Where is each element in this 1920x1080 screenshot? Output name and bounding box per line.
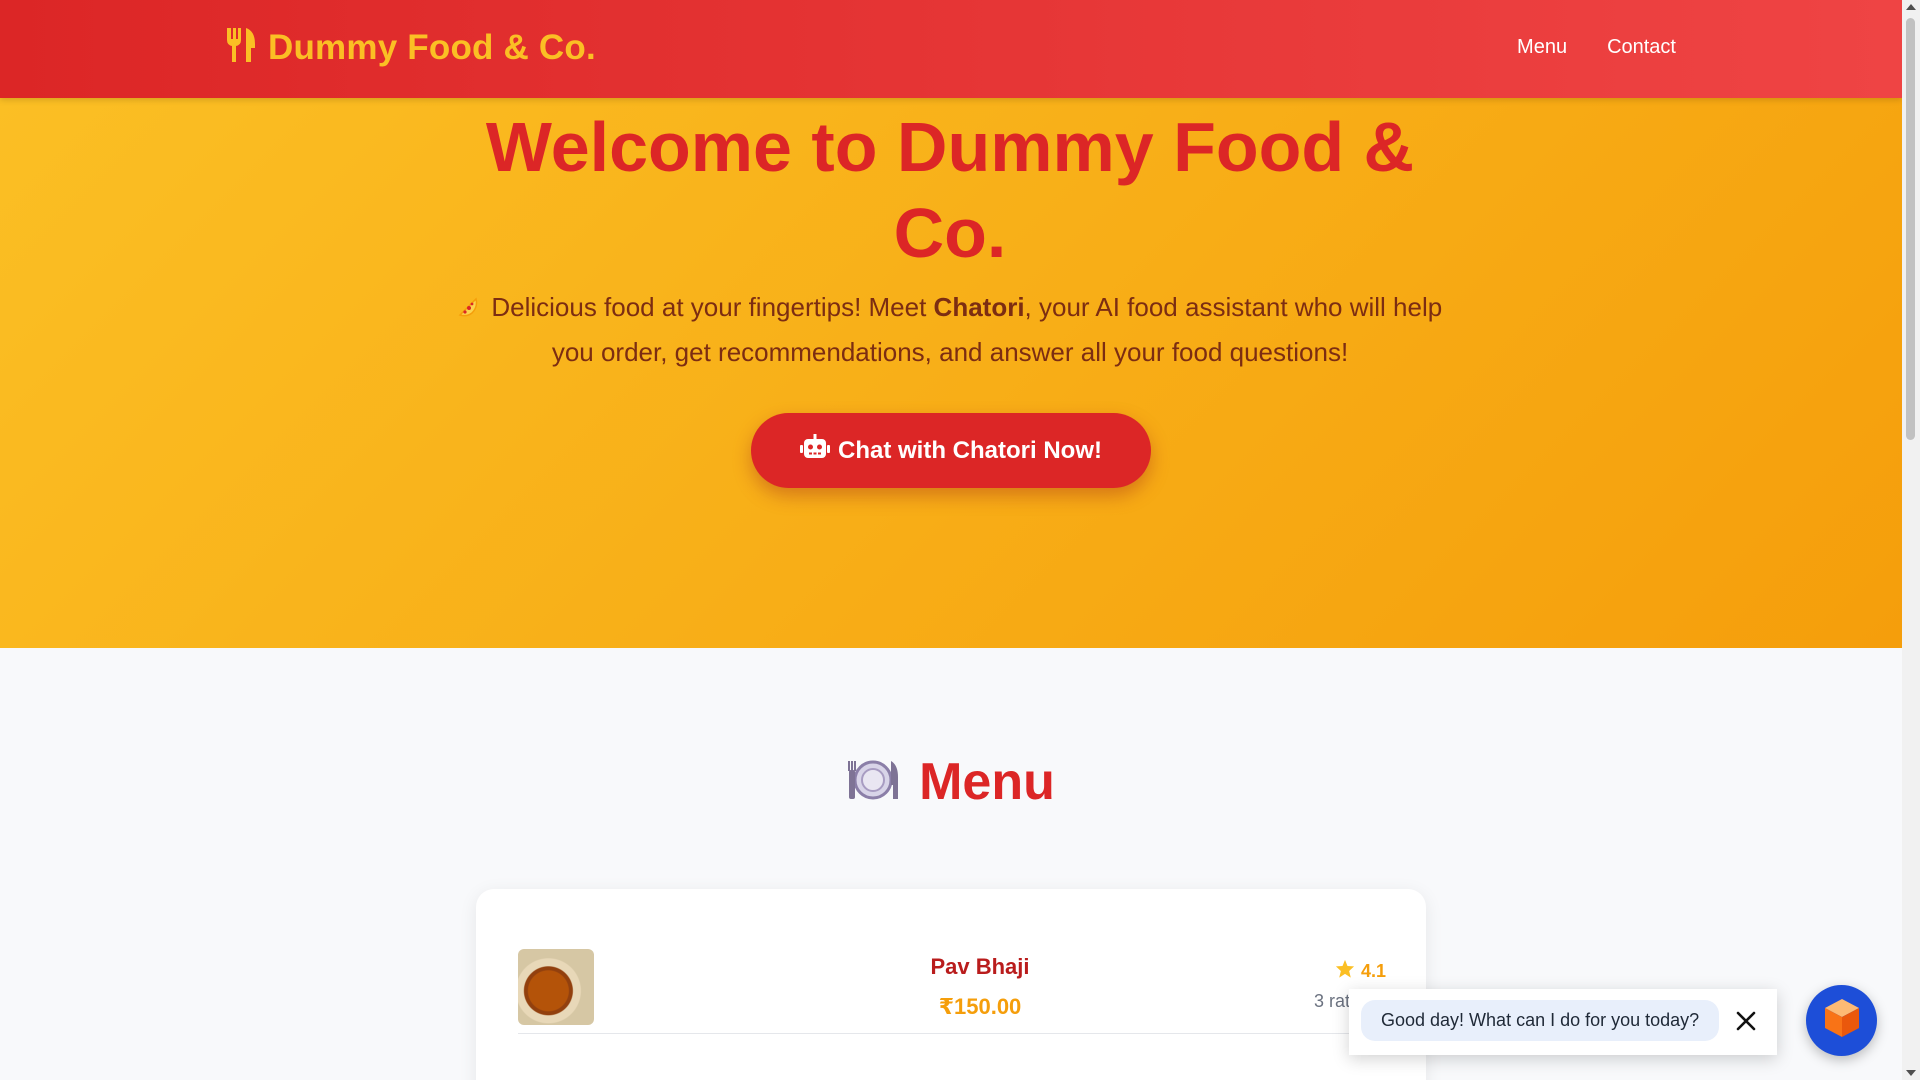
- nav-link-contact[interactable]: Contact: [1607, 36, 1676, 59]
- pav-bhaji-image: [518, 949, 594, 1025]
- item-rating: 4.1: [1335, 959, 1386, 983]
- cube-icon: [1822, 997, 1862, 1044]
- menu-title: Menu: [919, 753, 1055, 811]
- page: Dummy Food & Co. Menu Contact Welcome to…: [0, 0, 1902, 1080]
- item-name: Pav Bhaji: [930, 954, 1030, 979]
- plate-icon: [847, 758, 899, 807]
- hero-section: Welcome to Dummy Food & Co. Delicious fo…: [0, 98, 1902, 648]
- chat-message: Good day! What can I do for you today?: [1361, 1000, 1720, 1041]
- chat-cta-button[interactable]: Chat with Chatori Now!: [751, 413, 1151, 488]
- scroll-up-icon[interactable]: [1906, 4, 1916, 10]
- main-nav: Menu Contact: [1517, 36, 1676, 59]
- menu-card: Pav Bhaji ₹150.00 4.1 3 ratings: [476, 889, 1426, 1080]
- site-header: Dummy Food & Co. Menu Contact: [0, 0, 1902, 98]
- chat-launcher-button[interactable]: [1806, 985, 1877, 1056]
- brand-name: Dummy Food & Co.: [268, 27, 596, 67]
- chat-popup: Good day! What can I do for you today?: [1349, 989, 1777, 1055]
- nav-link-menu[interactable]: Menu: [1517, 36, 1567, 59]
- brand-logo[interactable]: Dummy Food & Co.: [224, 26, 596, 69]
- menu-heading: Menu: [0, 752, 1902, 812]
- close-icon[interactable]: [1731, 1006, 1761, 1036]
- robot-icon: [800, 434, 830, 467]
- chat-cta-label: Chat with Chatori Now!: [838, 436, 1102, 464]
- star-icon: [1335, 959, 1355, 983]
- hero-subtitle-lead: Delicious food at your fingertips! Meet: [491, 292, 934, 322]
- item-price: ₹150.00: [938, 994, 1022, 1019]
- hero-title: Welcome to Dummy Food & Co.: [485, 108, 1415, 272]
- utensils-icon: [224, 26, 258, 69]
- item-rating-value: 4.1: [1360, 960, 1386, 981]
- menu-item-row[interactable]: Pav Bhaji ₹150.00 4.1 3 ratings: [518, 949, 1386, 1034]
- scroll-down-icon[interactable]: [1906, 1070, 1916, 1076]
- pizza-icon: [458, 297, 484, 321]
- page-scrollbar[interactable]: [1902, 0, 1920, 1080]
- scroll-thumb[interactable]: [1906, 18, 1915, 440]
- hero-subtitle: Delicious food at your fingertips! Meet …: [450, 286, 1450, 373]
- assistant-name: Chatori: [933, 292, 1025, 322]
